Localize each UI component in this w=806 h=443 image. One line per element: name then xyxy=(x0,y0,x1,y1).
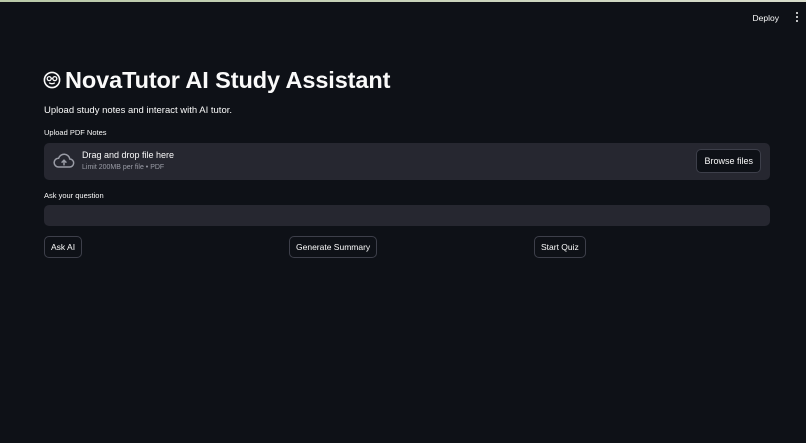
app-root: Deploy NovaTutor AI Study Assistant Uplo… xyxy=(0,0,806,443)
start-quiz-button[interactable]: Start Quiz xyxy=(534,236,586,258)
kebab-menu-icon[interactable] xyxy=(792,10,802,26)
nerd-face-emoji-icon xyxy=(43,71,61,89)
file-dropzone[interactable]: Drag and drop file here Limit 200MB per … xyxy=(44,143,770,180)
upload-label: Upload PDF Notes xyxy=(44,128,107,137)
question-label: Ask your question xyxy=(44,191,104,200)
subtitle: Upload study notes and interact with AI … xyxy=(44,105,233,116)
top-accent-bar xyxy=(0,0,806,2)
drop-title: Drag and drop file here xyxy=(82,150,175,160)
generate-summary-button[interactable]: Generate Summary xyxy=(289,236,378,258)
drop-limit-text: Limit 200MB per file • PDF xyxy=(82,164,165,171)
cloud-upload-icon xyxy=(53,153,75,168)
browse-files-button[interactable]: Browse files xyxy=(696,149,761,173)
deploy-button[interactable]: Deploy xyxy=(749,11,783,25)
question-input[interactable] xyxy=(44,205,770,226)
page-title: NovaTutor AI Study Assistant xyxy=(43,64,390,96)
title-text: NovaTutor AI Study Assistant xyxy=(65,67,391,93)
ask-ai-button[interactable]: Ask AI xyxy=(44,236,83,258)
